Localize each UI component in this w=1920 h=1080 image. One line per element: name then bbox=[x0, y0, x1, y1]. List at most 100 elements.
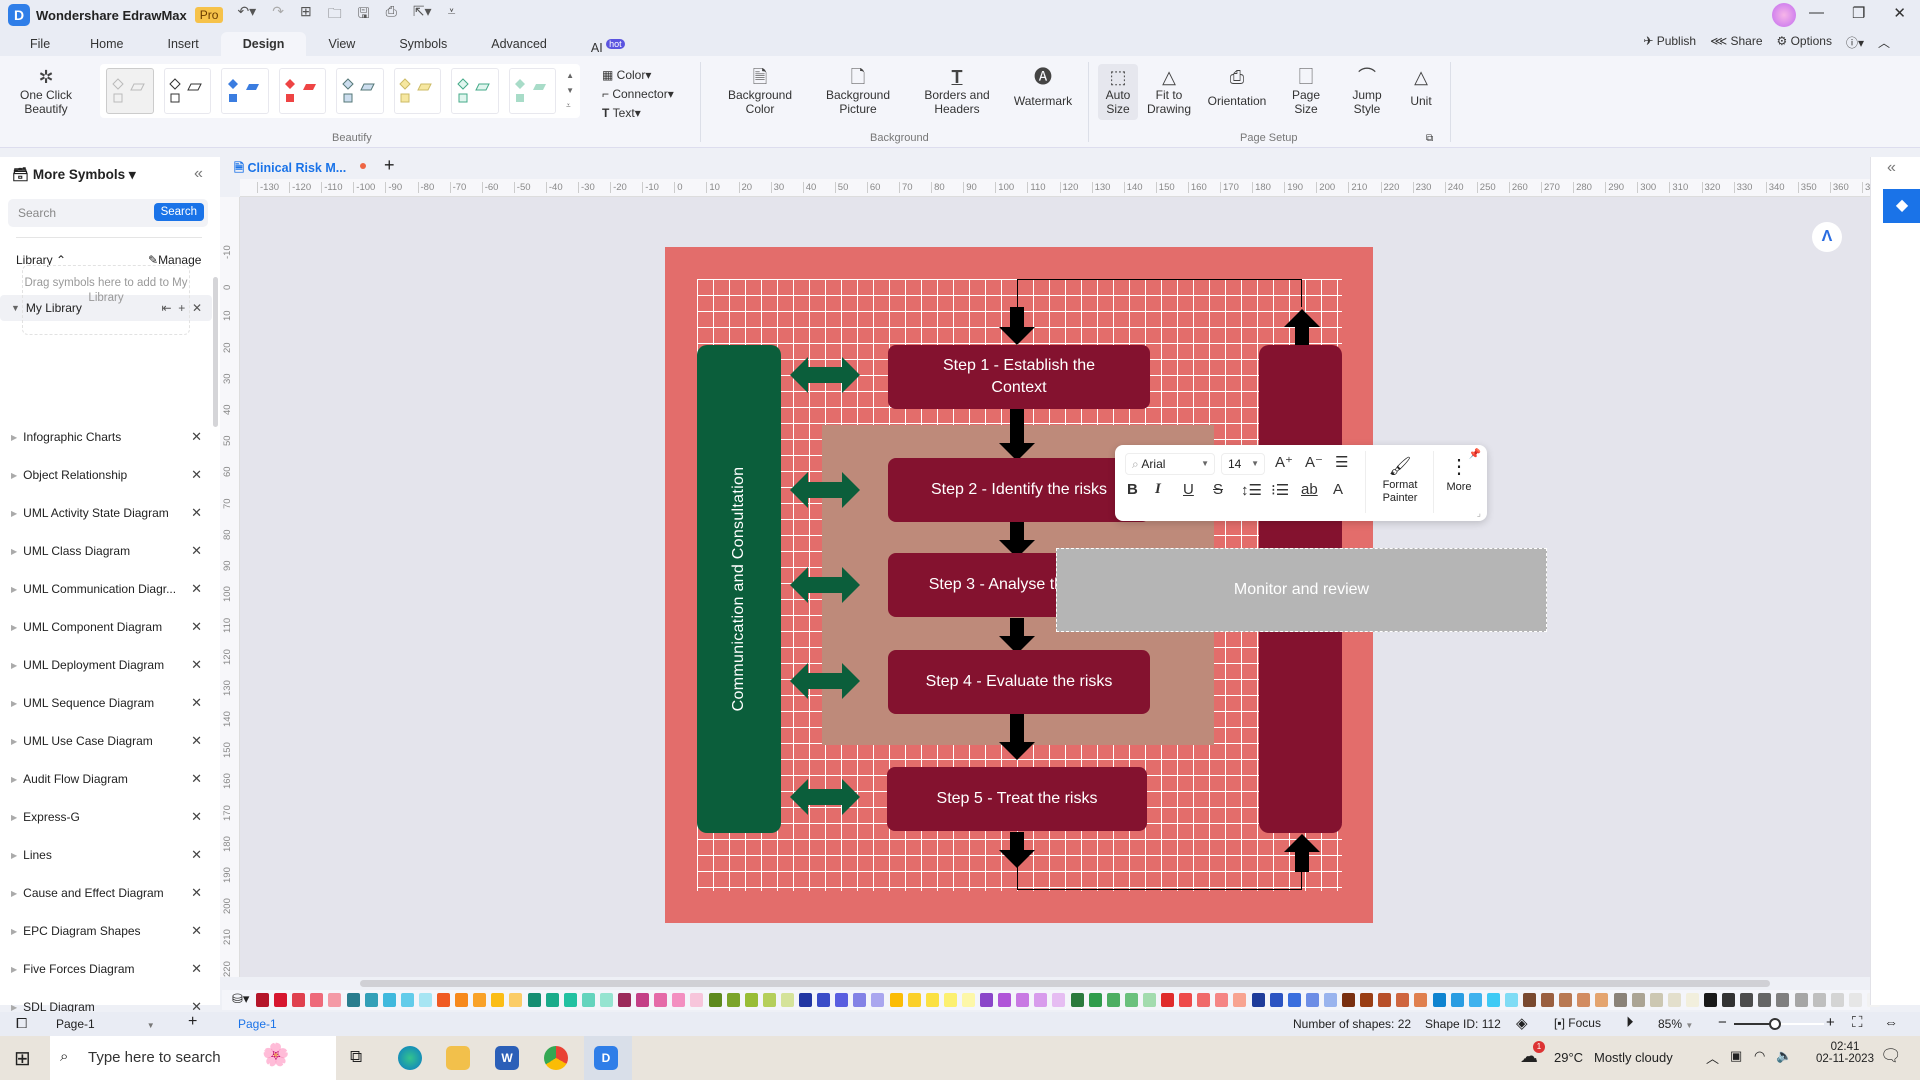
zoom-in-icon[interactable]: + bbox=[1826, 1014, 1835, 1031]
step-5-box[interactable]: Step 5 - Treat the risks bbox=[887, 767, 1147, 831]
page-setup-dialog-icon[interactable]: ⧉ bbox=[1426, 132, 1433, 146]
connector-button[interactable]: ⌐ Connector▾ bbox=[602, 87, 674, 101]
close-icon[interactable]: ✕ bbox=[191, 771, 202, 787]
color-swatch[interactable] bbox=[382, 993, 396, 1007]
save-icon[interactable]: 🖫 bbox=[358, 3, 370, 27]
edge-icon[interactable] bbox=[398, 1046, 422, 1070]
customize-icon[interactable]: ⩡ bbox=[448, 3, 456, 27]
layers-icon[interactable]: ◈ bbox=[1516, 1014, 1528, 1032]
color-swatch[interactable] bbox=[1667, 993, 1681, 1007]
windows-start-icon[interactable]: ⊞ bbox=[14, 1046, 31, 1071]
close-icon[interactable]: ✕ bbox=[191, 467, 202, 483]
color-swatch[interactable] bbox=[310, 993, 324, 1007]
feedback-connector-bottom[interactable] bbox=[1017, 860, 1302, 890]
gallery-scroll[interactable]: ▲ ▼ ⩡ bbox=[566, 68, 574, 114]
color-button[interactable]: ▦ Color▾ bbox=[602, 68, 651, 82]
color-swatch[interactable] bbox=[1233, 993, 1247, 1007]
word-icon[interactable]: W bbox=[495, 1046, 519, 1070]
task-view-icon[interactable]: ⧉ bbox=[350, 1047, 362, 1067]
color-swatch[interactable] bbox=[1740, 993, 1754, 1007]
meet-icon[interactable]: ▣ bbox=[1730, 1048, 1742, 1064]
fill-bucket-icon[interactable]: ⛁▾ bbox=[232, 991, 249, 1007]
color-swatch[interactable] bbox=[654, 993, 668, 1007]
tab-ai[interactable]: AI hot bbox=[569, 32, 647, 56]
one-click-beautify-button[interactable]: ✲ One Click Beautify bbox=[16, 66, 76, 116]
color-swatch[interactable] bbox=[1269, 993, 1283, 1007]
up-arrow[interactable] bbox=[1284, 834, 1320, 872]
borders-headers-button[interactable]: T Borders and Headers bbox=[916, 66, 998, 116]
close-icon[interactable]: ✕ bbox=[191, 885, 202, 901]
tab-advanced[interactable]: Advanced bbox=[469, 32, 569, 56]
new-tab-icon[interactable]: + bbox=[384, 155, 395, 176]
weather-desc[interactable]: Mostly cloudy bbox=[1594, 1050, 1673, 1065]
collapse-ribbon-icon[interactable]: ︿ bbox=[1878, 34, 1890, 51]
style-thumbnail[interactable] bbox=[393, 68, 442, 114]
symbol-search-input[interactable]: Search Search bbox=[8, 199, 208, 227]
color-swatch[interactable] bbox=[256, 993, 269, 1007]
close-icon[interactable]: ✕ bbox=[191, 847, 202, 863]
bold-icon[interactable]: B bbox=[1127, 481, 1138, 498]
library-dropzone[interactable]: Drag symbols here to add to My Library bbox=[22, 265, 190, 335]
close-icon[interactable]: ✕ bbox=[191, 505, 202, 521]
pro-badge[interactable]: Pro bbox=[194, 7, 224, 23]
color-swatch[interactable] bbox=[853, 993, 867, 1007]
color-swatch[interactable] bbox=[925, 993, 939, 1007]
color-swatch[interactable] bbox=[491, 993, 505, 1007]
color-swatch[interactable] bbox=[1378, 993, 1392, 1007]
bullet-list-icon[interactable]: ⁝☰ bbox=[1271, 481, 1289, 499]
library-item[interactable]: ▶ Infographic Charts ✕ bbox=[0, 424, 212, 450]
edrawmax-taskbar-icon[interactable]: D bbox=[594, 1046, 618, 1070]
color-swatch[interactable] bbox=[780, 993, 794, 1007]
close-icon[interactable]: ✕ bbox=[191, 619, 202, 635]
style-thumbnail[interactable] bbox=[221, 68, 269, 114]
document-tab[interactable]: 🗎 Clinical Risk M... bbox=[234, 159, 346, 180]
color-swatch[interactable] bbox=[1812, 993, 1826, 1007]
color-swatch[interactable] bbox=[1323, 993, 1337, 1007]
fullscreen-icon[interactable]: ⛶ bbox=[1852, 1014, 1863, 1031]
underline-icon[interactable]: U bbox=[1183, 481, 1194, 498]
page-panel-icon[interactable]: ⧠ bbox=[16, 1015, 27, 1032]
close-icon[interactable]: ✕ bbox=[191, 581, 202, 597]
feedback-connector-top[interactable] bbox=[1017, 279, 1302, 307]
fill-style-icon[interactable]: ◆ bbox=[1883, 189, 1920, 223]
color-swatch[interactable] bbox=[1758, 993, 1772, 1007]
text-highlight-icon[interactable]: ab bbox=[1301, 481, 1318, 498]
library-item[interactable]: ▶ UML Class Diagram ✕ bbox=[0, 538, 212, 564]
color-swatch[interactable] bbox=[364, 993, 378, 1007]
color-swatch[interactable] bbox=[1631, 993, 1645, 1007]
redo-icon[interactable]: ↷ bbox=[272, 3, 284, 27]
color-swatch[interactable] bbox=[708, 993, 722, 1007]
collapse-sidebar-icon[interactable]: « bbox=[194, 165, 203, 183]
library-item[interactable]: ▶ Lines ✕ bbox=[0, 842, 212, 868]
color-swatch[interactable] bbox=[473, 993, 487, 1007]
monitor-review-shape[interactable]: Monitor and review bbox=[1056, 548, 1547, 632]
weather-temp[interactable]: 29°C bbox=[1554, 1050, 1583, 1065]
library-item[interactable]: ▶ Cause and Effect Diagram ✕ bbox=[0, 880, 212, 906]
down-arrow[interactable] bbox=[999, 714, 1035, 760]
color-swatch[interactable] bbox=[1088, 993, 1102, 1007]
style-thumbnail[interactable] bbox=[106, 68, 154, 114]
zoom-level[interactable]: 85% ▼ bbox=[1658, 1017, 1693, 1031]
fit-width-icon[interactable]: ⇔ bbox=[1884, 1014, 1898, 1030]
library-item[interactable]: ▶ Audit Flow Diagram ✕ bbox=[0, 766, 212, 792]
close-icon[interactable]: ✕ bbox=[191, 733, 202, 749]
format-painter-button[interactable]: 🖌 Format Painter bbox=[1375, 453, 1425, 505]
color-swatch[interactable] bbox=[274, 993, 288, 1007]
close-icon[interactable]: ✕ bbox=[191, 961, 202, 977]
color-swatch[interactable] bbox=[1722, 993, 1736, 1007]
chrome-icon[interactable] bbox=[544, 1046, 568, 1070]
color-swatch[interactable] bbox=[943, 993, 957, 1007]
color-swatch[interactable] bbox=[1124, 993, 1138, 1007]
zoom-slider[interactable] bbox=[1734, 1018, 1824, 1030]
taskbar-search-input[interactable]: ⌕ Type here to search 🌸 bbox=[50, 1036, 336, 1080]
library-item[interactable]: ▶ UML Sequence Diagram ✕ bbox=[0, 690, 212, 716]
color-swatch[interactable] bbox=[1486, 993, 1500, 1007]
color-swatch[interactable] bbox=[1613, 993, 1627, 1007]
color-swatch[interactable] bbox=[1052, 993, 1066, 1007]
color-swatch[interactable] bbox=[961, 993, 975, 1007]
library-item[interactable]: ▶ UML Deployment Diagram ✕ bbox=[0, 652, 212, 678]
share-button[interactable]: ⋘ Share bbox=[1710, 34, 1762, 51]
resize-handle-icon[interactable]: ⌟ bbox=[1477, 508, 1481, 519]
down-arrow[interactable] bbox=[999, 307, 1035, 345]
tab-symbols[interactable]: Symbols bbox=[377, 32, 469, 56]
